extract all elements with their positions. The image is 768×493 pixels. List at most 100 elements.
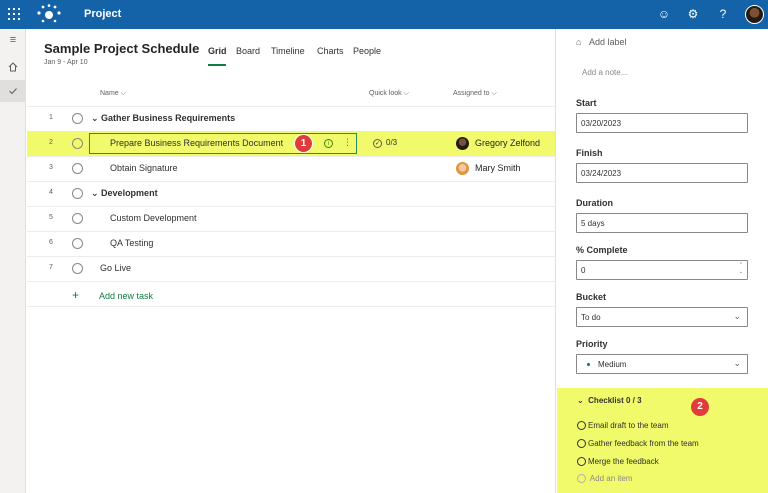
checklist-item[interactable]: Gather feedback from the team xyxy=(577,439,699,448)
add-label-text: Add label xyxy=(589,37,627,47)
row-number: 4 xyxy=(49,189,53,196)
task-name[interactable]: ⌄ Gather Business Requirements xyxy=(91,113,235,124)
tab-people[interactable]: People xyxy=(353,46,381,56)
tab-timeline[interactable]: Timeline xyxy=(271,46,305,56)
tab-board[interactable]: Board xyxy=(236,46,260,56)
start-label: Start xyxy=(576,98,597,108)
smiley-icon[interactable]: ☺ xyxy=(657,7,671,21)
checklist-item[interactable]: Merge the feedback xyxy=(577,457,659,466)
complete-circle-icon[interactable] xyxy=(72,188,83,199)
task-name[interactable]: Prepare Business Requirements Document xyxy=(110,138,283,148)
active-tab-indicator xyxy=(208,64,226,66)
tab-grid[interactable]: Grid xyxy=(208,46,227,56)
task-name[interactable]: ⌄ Development xyxy=(91,188,158,199)
top-bar: Project ☺ ⚙ ? xyxy=(0,0,768,29)
priority-dropdown[interactable]: Medium ⌄ xyxy=(576,354,748,374)
chevron-down-icon: ⌄ xyxy=(733,358,741,368)
table-row[interactable]: 5 Custom Development xyxy=(27,206,555,231)
home-icon[interactable] xyxy=(0,56,26,78)
left-rail: ≡ xyxy=(0,29,26,493)
plan-title: Sample Project Schedule xyxy=(44,41,200,56)
annotation-badge-1: 1 xyxy=(295,135,312,152)
percent-complete-field[interactable]: 0 ⌃ ⌄ xyxy=(576,260,748,280)
finish-label: Finish xyxy=(576,148,603,158)
add-new-task-button[interactable]: Add new task xyxy=(99,291,153,301)
checklist-section: ⌄ Checklist 0 / 3 2 Email draft to the t… xyxy=(557,388,768,493)
table-row[interactable]: 7 Go Live xyxy=(27,256,555,281)
user-avatar[interactable] xyxy=(745,5,764,24)
row-number: 5 xyxy=(49,214,53,221)
table-row[interactable]: 4 ⌄ Development xyxy=(27,181,555,206)
table-row[interactable]: 3 Obtain Signature Mary Smith xyxy=(27,156,555,181)
quick-look-value[interactable]: 0/3 xyxy=(386,138,397,147)
project-logo xyxy=(37,4,61,23)
assignee-avatar xyxy=(456,162,469,175)
spinner-arrows-icon[interactable]: ⌃ ⌄ xyxy=(739,262,743,276)
bucket-value: To do xyxy=(581,313,601,322)
task-name[interactable]: Custom Development xyxy=(110,213,197,223)
task-name[interactable]: Obtain Signature xyxy=(110,163,178,173)
complete-circle-icon[interactable] xyxy=(72,113,83,124)
chevron-down-icon: ⌄ xyxy=(733,311,741,321)
task-details-panel: ⌂ Add label Add a note... Start 03/20/20… xyxy=(555,29,768,493)
checklist-item[interactable]: Email draft to the team xyxy=(577,421,668,430)
complete-circle-icon[interactable] xyxy=(72,213,83,224)
more-options-icon[interactable]: ⋮ xyxy=(343,137,352,148)
assignee-name[interactable]: Mary Smith xyxy=(475,163,521,173)
duration-label: Duration xyxy=(576,198,613,208)
priority-dot-icon xyxy=(587,363,590,366)
checkbox-circle-icon[interactable] xyxy=(577,421,586,430)
row-number: 1 xyxy=(49,114,53,121)
checkbox-circle-icon[interactable] xyxy=(577,457,586,466)
row-number: 3 xyxy=(49,164,53,171)
complete-circle-icon[interactable] xyxy=(72,238,83,249)
note-field[interactable]: Add a note... xyxy=(582,68,627,77)
tab-charts[interactable]: Charts xyxy=(317,46,344,56)
checkbox-circle-icon[interactable] xyxy=(577,439,586,448)
help-icon[interactable]: ? xyxy=(716,7,730,21)
add-label-button[interactable]: ⌂ Add label xyxy=(576,37,627,47)
complete-circle-icon[interactable] xyxy=(72,163,83,174)
finish-date-field[interactable]: 03/24/2023 xyxy=(576,163,748,183)
priority-value: Medium xyxy=(598,360,627,369)
column-header-assigned-to[interactable]: Assigned to ⌵ xyxy=(453,90,497,98)
column-header-name[interactable]: Name ⌵ xyxy=(100,90,126,98)
gear-icon[interactable]: ⚙ xyxy=(686,7,700,21)
plan-dates: Jan 9 - Apr 10 xyxy=(44,59,88,66)
hamburger-menu-icon[interactable]: ≡ xyxy=(0,34,26,56)
column-header-quick-look[interactable]: Quick look ⌵ xyxy=(369,90,409,98)
bucket-dropdown[interactable]: To do ⌄ xyxy=(576,307,748,327)
tag-icon: ⌂ xyxy=(576,37,582,47)
complete-circle-icon[interactable] xyxy=(72,138,83,149)
duration-value: 5 days xyxy=(581,219,605,228)
assignee-avatar xyxy=(456,137,469,150)
add-circle-icon xyxy=(577,474,586,483)
assignee-name[interactable]: Gregory Zelfond xyxy=(475,138,540,148)
percent-complete-value: 0 xyxy=(581,266,586,275)
table-row[interactable]: 6 QA Testing xyxy=(27,231,555,256)
duration-field[interactable]: 5 days xyxy=(576,213,748,233)
add-icon[interactable]: + xyxy=(72,288,79,302)
start-date-value: 03/20/2023 xyxy=(581,119,622,128)
start-date-field[interactable]: 03/20/2023 xyxy=(576,113,748,133)
percent-complete-label: % Complete xyxy=(576,245,628,255)
priority-label: Priority xyxy=(576,339,608,349)
row-number: 2 xyxy=(49,139,53,146)
checkmark-icon[interactable] xyxy=(0,80,26,102)
row-number: 7 xyxy=(49,264,53,271)
divider xyxy=(27,306,555,307)
add-checklist-item[interactable]: Add an item xyxy=(577,474,632,483)
annotation-badge-2: 2 xyxy=(691,398,709,416)
app-title[interactable]: Project xyxy=(84,8,121,20)
task-name[interactable]: Go Live xyxy=(100,263,131,273)
app-launcher-icon[interactable] xyxy=(8,8,20,20)
table-row[interactable]: 1 ⌄ Gather Business Requirements xyxy=(27,106,555,131)
finish-date-value: 03/24/2023 xyxy=(581,169,622,178)
checklist-header[interactable]: ⌄ Checklist 0 / 3 xyxy=(577,396,642,405)
info-icon[interactable]: i xyxy=(324,139,333,148)
task-name[interactable]: QA Testing xyxy=(110,238,153,248)
checklist-check-icon: ✓ xyxy=(373,139,382,148)
divider xyxy=(27,281,555,282)
table-row[interactable]: 2 Prepare Business Requirements Document… xyxy=(27,131,555,156)
complete-circle-icon[interactable] xyxy=(72,263,83,274)
